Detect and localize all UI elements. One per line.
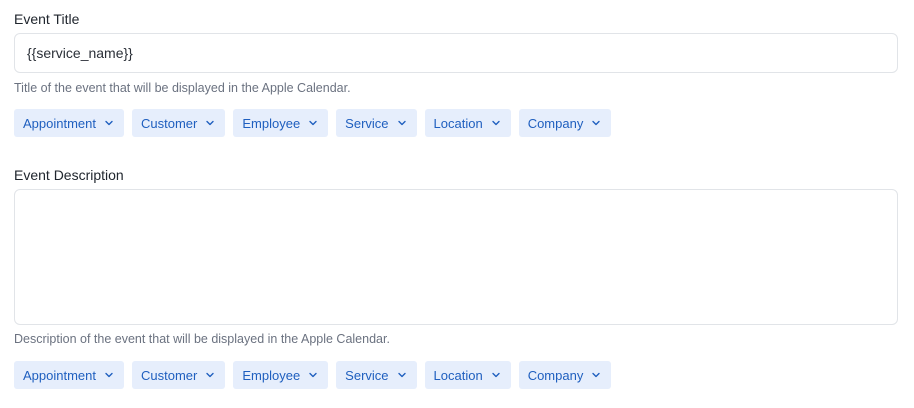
event-description-label: Event Description — [14, 167, 124, 183]
description-placeholder-chips: Appointment Customer Employee Service Lo… — [14, 361, 612, 389]
chip-customer[interactable]: Customer — [132, 361, 226, 389]
chip-label: Company — [527, 115, 584, 131]
chevron-down-icon — [591, 370, 601, 380]
chevron-down-icon — [308, 370, 318, 380]
chevron-down-icon — [205, 118, 215, 128]
chip-service[interactable]: Service — [336, 361, 417, 389]
chevron-down-icon — [397, 370, 407, 380]
chip-employee[interactable]: Employee — [233, 361, 329, 389]
chevron-down-icon — [104, 118, 114, 128]
chip-label: Company — [527, 367, 584, 383]
chip-customer[interactable]: Customer — [132, 109, 226, 137]
chip-location[interactable]: Location — [424, 361, 511, 389]
chip-label: Employee — [242, 367, 301, 383]
event-description-hint: Description of the event that will be di… — [14, 332, 390, 346]
title-placeholder-chips: Appointment Customer Employee Service Lo… — [14, 109, 612, 137]
event-title-label: Event Title — [14, 11, 80, 27]
chevron-down-icon — [591, 118, 601, 128]
chip-label: Employee — [242, 115, 301, 131]
chevron-down-icon — [491, 118, 501, 128]
chip-service[interactable]: Service — [336, 109, 417, 137]
chip-label: Location — [433, 115, 483, 131]
chip-company[interactable]: Company — [518, 109, 612, 137]
event-title-input[interactable] — [14, 33, 898, 73]
chip-label: Appointment — [23, 367, 96, 383]
chevron-down-icon — [491, 370, 501, 380]
event-description-textarea[interactable] — [14, 189, 898, 325]
chip-label: Appointment — [23, 115, 96, 131]
chip-employee[interactable]: Employee — [233, 109, 329, 137]
chip-appointment[interactable]: Appointment — [14, 361, 124, 389]
chevron-down-icon — [397, 118, 407, 128]
chip-appointment[interactable]: Appointment — [14, 109, 124, 137]
chip-label: Customer — [141, 115, 198, 131]
chip-label: Location — [433, 367, 483, 383]
chevron-down-icon — [104, 370, 114, 380]
chip-company[interactable]: Company — [518, 361, 612, 389]
chip-label: Service — [345, 367, 389, 383]
chevron-down-icon — [205, 370, 215, 380]
chip-label: Service — [345, 115, 389, 131]
event-title-hint: Title of the event that will be displaye… — [14, 81, 351, 95]
chip-label: Customer — [141, 367, 198, 383]
event-form: Event Title Title of the event that will… — [0, 0, 914, 408]
chevron-down-icon — [308, 118, 318, 128]
chip-location[interactable]: Location — [424, 109, 511, 137]
